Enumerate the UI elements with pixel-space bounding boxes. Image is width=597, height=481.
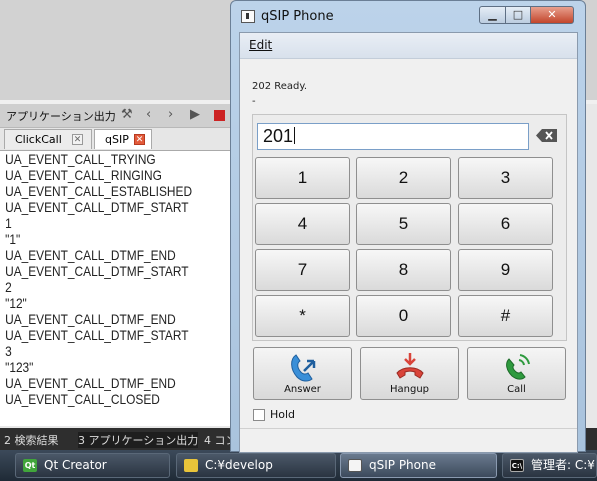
menu-bar: Edit: [240, 33, 577, 59]
key-6[interactable]: 6: [458, 203, 553, 245]
call-phone-icon: [506, 354, 530, 380]
output-pane-title: アプリケーション出力: [6, 110, 116, 123]
key-star[interactable]: *: [255, 295, 350, 337]
app-icon: [348, 459, 362, 472]
taskbar-item-label: 管理者: C:¥: [531, 458, 595, 472]
output-line: UA_EVENT_CALL_TRYING: [5, 151, 156, 167]
dial-number-input[interactable]: 201: [257, 123, 529, 150]
taskbar: Qt Qt Creator C:¥develop qSIP Phone C:\ …: [0, 450, 597, 481]
output-toolbar: アプリケーション出力 ⚒ ‹ › ▶: [0, 104, 235, 128]
tab-search-results[interactable]: 2 検索結果: [4, 432, 59, 448]
output-line: UA_EVENT_CALL_DTMF_END: [5, 247, 176, 263]
key-5[interactable]: 5: [356, 203, 451, 245]
answer-label: Answer: [284, 384, 321, 395]
hangup-button[interactable]: Hangup: [360, 347, 459, 400]
hangup-phone-icon: [396, 353, 424, 379]
close-icon[interactable]: ✕: [134, 134, 145, 145]
window-client-area: Edit 202 Ready. - 201 1 2 3 4 5 6 7 8 9 …: [239, 32, 578, 453]
output-line: UA_EVENT_CALL_DTMF_END: [5, 311, 176, 327]
backspace-icon[interactable]: [536, 129, 557, 142]
output-line: UA_EVENT_CALL_DTMF_START: [5, 327, 189, 343]
taskbar-item-label: Qt Creator: [44, 458, 107, 472]
output-tabs: ClickCall ✕ qSIP ✕: [0, 128, 235, 151]
answer-button[interactable]: Answer: [253, 347, 352, 400]
app-icon: [241, 10, 255, 23]
console-icon: C:\: [510, 459, 524, 472]
output-line: "123": [5, 359, 34, 375]
dialpad-panel: 201 1 2 3 4 5 6 7 8 9 * 0 #: [252, 114, 567, 341]
tab-label: ClickCall: [15, 133, 62, 146]
text-caret: [294, 127, 296, 144]
taskbar-item-label: C:¥develop: [205, 458, 273, 472]
qt-icon: Qt: [23, 459, 37, 472]
menu-edit[interactable]: Edit: [249, 38, 272, 52]
output-line: "1": [5, 231, 21, 247]
key-4[interactable]: 4: [255, 203, 350, 245]
window-title: qSIP Phone: [261, 9, 334, 24]
rerun-icon[interactable]: ⚒: [121, 107, 133, 123]
hold-label: Hold: [270, 408, 296, 421]
call-status-text: -: [252, 96, 256, 107]
close-icon[interactable]: ✕: [72, 134, 83, 145]
output-line: 2: [5, 279, 12, 295]
tab-qsip[interactable]: qSIP ✕: [94, 129, 152, 149]
hold-checkbox[interactable]: [253, 409, 265, 421]
taskbar-item-explorer[interactable]: C:¥develop: [176, 453, 336, 478]
hangup-label: Hangup: [389, 384, 430, 395]
taskbar-item-label: qSIP Phone: [369, 458, 436, 472]
taskbar-item-console[interactable]: C:\ 管理者: C:¥: [502, 453, 597, 478]
tab-label: qSIP: [105, 133, 129, 146]
key-9[interactable]: 9: [458, 249, 553, 291]
next-icon[interactable]: ›: [168, 107, 173, 123]
folder-icon: [184, 459, 198, 472]
maximize-button[interactable]: □: [505, 6, 531, 24]
key-0[interactable]: 0: [356, 295, 451, 337]
close-button[interactable]: ✕: [530, 6, 574, 24]
divider: [240, 428, 577, 429]
output-line: UA_EVENT_CALL_RINGING: [5, 167, 162, 183]
output-line: UA_EVENT_CALL_DTMF_START: [5, 199, 189, 215]
key-8[interactable]: 8: [356, 249, 451, 291]
minimize-button[interactable]: ▁: [479, 6, 506, 24]
tab-application-output[interactable]: 3 アプリケーション出力: [78, 432, 199, 448]
qsip-phone-window: qSIP Phone ▁ □ ✕ Edit 202 Ready. - 201 1…: [230, 0, 586, 453]
call-label: Call: [507, 384, 526, 395]
stop-icon[interactable]: [214, 110, 225, 121]
key-2[interactable]: 2: [356, 157, 451, 199]
output-line: 3: [5, 343, 12, 359]
output-line: 1: [5, 215, 12, 231]
dial-number-value: 201: [263, 126, 294, 146]
tab-clickcall[interactable]: ClickCall ✕: [4, 129, 92, 149]
application-output-text[interactable]: UA_EVENT_CALL_TRYING UA_EVENT_CALL_RINGIN…: [0, 151, 235, 426]
call-button[interactable]: Call: [467, 347, 566, 400]
output-line: UA_EVENT_CALL_ESTABLISHED: [5, 183, 193, 199]
key-7[interactable]: 7: [255, 249, 350, 291]
run-icon[interactable]: ▶: [190, 107, 200, 123]
answer-phone-icon: [291, 354, 316, 382]
key-3[interactable]: 3: [458, 157, 553, 199]
status-text: 202 Ready.: [252, 81, 308, 92]
output-line: UA_EVENT_CALL_CLOSED: [5, 391, 160, 407]
taskbar-item-qt-creator[interactable]: Qt Qt Creator: [15, 453, 170, 478]
key-hash[interactable]: #: [458, 295, 553, 337]
output-line: UA_EVENT_CALL_DTMF_END: [5, 375, 176, 391]
previous-icon[interactable]: ‹: [146, 107, 151, 123]
key-1[interactable]: 1: [255, 157, 350, 199]
output-line: UA_EVENT_CALL_DTMF_START: [5, 263, 189, 279]
taskbar-item-qsip-phone[interactable]: qSIP Phone: [340, 453, 497, 478]
output-line: "12": [5, 295, 27, 311]
